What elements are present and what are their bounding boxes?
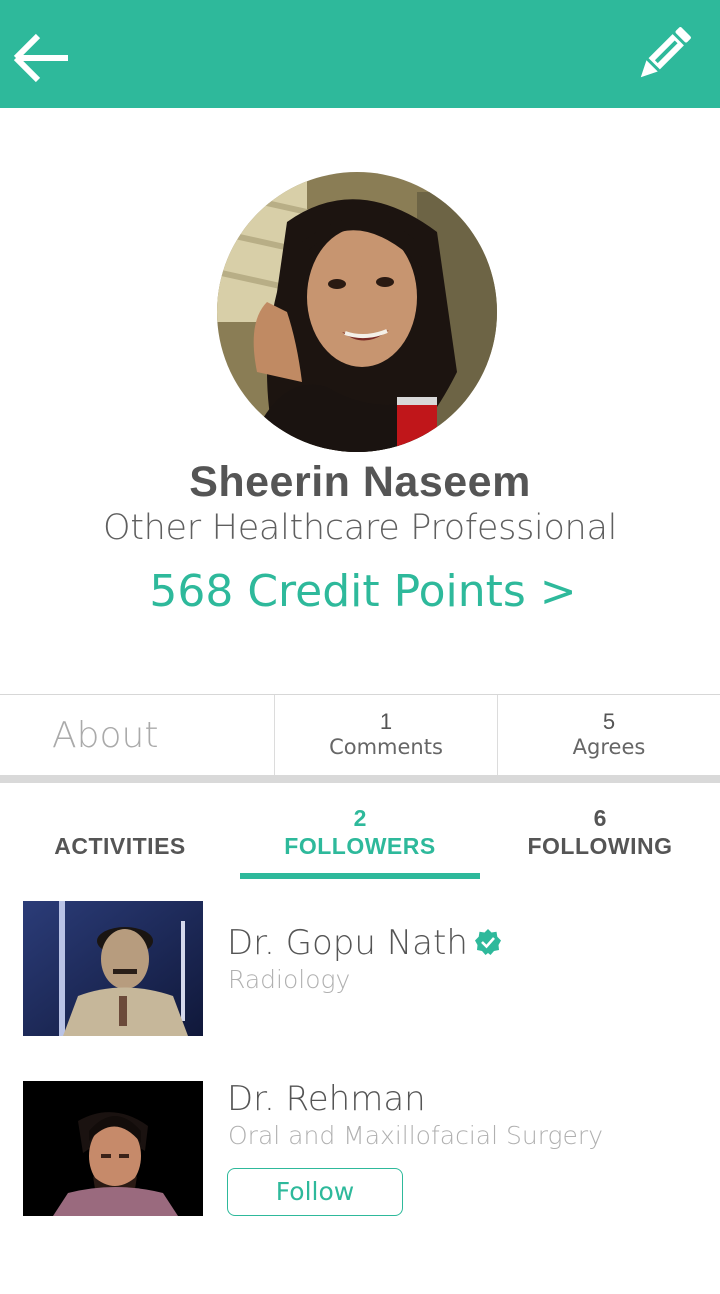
follower-name[interactable]: Dr. Gopu Nath (227, 923, 502, 963)
tab-label: ACTIVITIES (54, 833, 186, 859)
arrow-left-icon (13, 33, 68, 83)
tab-label: FOLLOWERS (284, 833, 436, 859)
list-item[interactable]: Dr. Rehman Oral and Maxillofacial Surger… (0, 1079, 720, 1221)
comments-label: Comments (329, 735, 443, 759)
follow-button[interactable]: Follow (227, 1168, 403, 1216)
pencil-icon (640, 27, 691, 78)
back-button[interactable] (12, 28, 72, 88)
app-bar (0, 0, 720, 108)
tab-following[interactable]: 6 FOLLOWING (480, 783, 720, 879)
stats-row: About 1 Comments 5 Agrees (0, 694, 720, 776)
active-tab-indicator (240, 873, 480, 879)
agrees-label: Agrees (572, 735, 646, 759)
agrees-stat[interactable]: 5 Agrees (498, 695, 720, 776)
follower-photo[interactable] (23, 901, 203, 1036)
follower-photo[interactable] (23, 1081, 203, 1216)
profile-tabs: ACTIVITIES 2 FOLLOWERS 6 FOLLOWING (0, 783, 720, 879)
edit-button[interactable] (630, 24, 694, 88)
follower-name[interactable]: Dr. Rehman (227, 1079, 426, 1119)
tab-label: FOLLOWING (527, 833, 673, 859)
list-item[interactable]: Dr. Gopu Nath Radiology (0, 901, 720, 1041)
follower-specialty: Radiology (228, 965, 351, 994)
comments-count: 1 (379, 709, 393, 734)
credit-points-link[interactable]: 568 Credit Points > (0, 566, 720, 617)
tab-activities[interactable]: ACTIVITIES (0, 783, 240, 879)
about-tab[interactable]: About (0, 695, 275, 776)
profile-avatar (217, 172, 497, 452)
tab-count: 6 (593, 805, 607, 831)
follower-specialty: Oral and Maxillofacial Surgery (228, 1121, 603, 1150)
tab-followers[interactable]: 2 FOLLOWERS (240, 783, 480, 879)
profile-role: Other Healthcare Professional (102, 508, 618, 548)
verified-badge-icon (474, 928, 501, 955)
section-divider (0, 775, 720, 783)
comments-stat[interactable]: 1 Comments (275, 695, 498, 776)
profile-name: Sheerin Naseem (189, 458, 531, 506)
tab-count: 2 (353, 805, 367, 831)
agrees-count: 5 (602, 709, 616, 734)
